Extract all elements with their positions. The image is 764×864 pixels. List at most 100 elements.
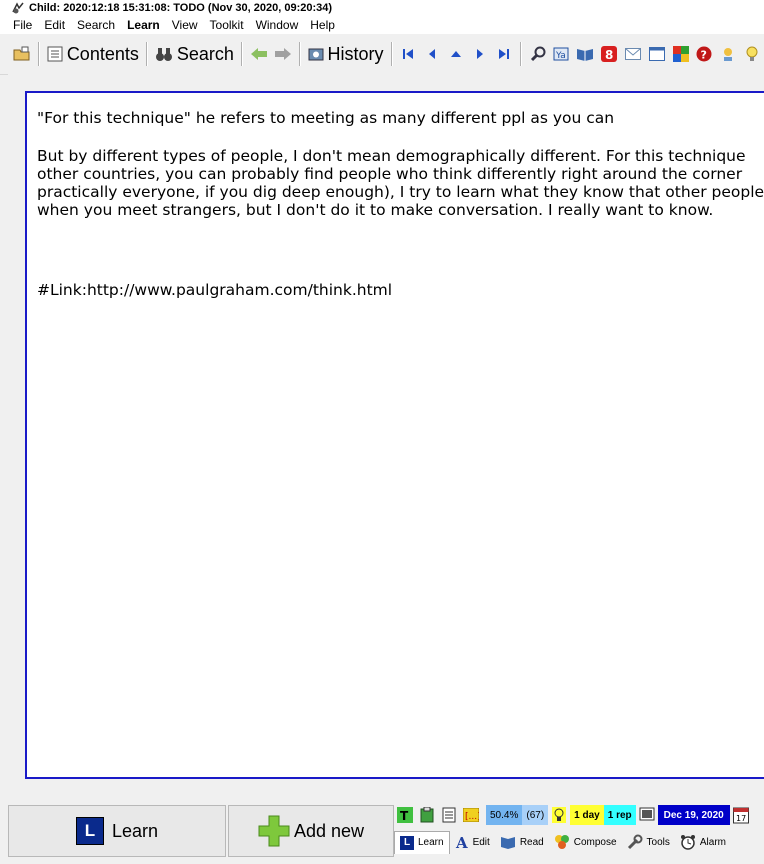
search-button[interactable]: Search (152, 40, 237, 68)
tab-alarm-label: Alarm (699, 836, 727, 848)
svg-text:8: 8 (605, 48, 613, 62)
editor-paragraph-line: other countries, you can probably find p… (37, 165, 743, 183)
content-area: "For this technique" he refers to meetin… (8, 74, 764, 804)
magnifier-icon[interactable] (528, 44, 548, 64)
binoculars-icon (155, 48, 172, 61)
tab-edit-label: Edit (472, 836, 490, 848)
calendar-icon[interactable]: 17 (732, 806, 750, 824)
contents-label: Contents (66, 43, 139, 64)
title-bar: Child: 2020:12:18 15:31:08: TODO (Nov 30… (0, 0, 764, 16)
compose-icon (554, 835, 569, 849)
history-label: History (327, 43, 384, 64)
tab-learn[interactable]: L Learn (394, 830, 450, 854)
contents-icon (47, 46, 63, 62)
history-button[interactable]: History (305, 40, 387, 68)
menu-file[interactable]: File (0, 18, 38, 32)
tab-read[interactable]: Read (495, 831, 549, 853)
menu-window[interactable]: Window (250, 18, 305, 32)
element-count: (67) (522, 805, 549, 825)
toolbar-separator (519, 42, 522, 66)
previous-icon[interactable] (422, 44, 442, 64)
help-icon[interactable]: ? (694, 44, 714, 64)
tab-edit[interactable]: A Edit (450, 831, 495, 853)
svg-text:A: A (455, 835, 468, 849)
history-icon (308, 48, 324, 61)
color-palette-icon[interactable] (671, 44, 691, 64)
bulb-status-icon (550, 806, 568, 824)
learn-button[interactable]: L Learn (8, 805, 226, 857)
first-icon[interactable] (399, 44, 419, 64)
next-review-date: Dec 19, 2020 (657, 805, 730, 825)
open-folder-icon[interactable] (12, 44, 32, 64)
tab-tools-label: Tools (646, 836, 670, 848)
menu-view[interactable]: View (166, 18, 204, 32)
clipboard-icon[interactable] (418, 806, 436, 824)
tab-read-label: Read (519, 836, 544, 848)
tab-tools[interactable]: Tools (622, 831, 675, 853)
interval-badge: 1 day (570, 805, 604, 825)
tab-compose[interactable]: Compose (549, 831, 622, 853)
toolbar-separator (145, 42, 148, 66)
search-label: Search (176, 43, 234, 64)
book-icon[interactable] (575, 44, 595, 64)
tab-compose-label: Compose (573, 836, 617, 848)
mode-tabs: L Learn A Edit Read Compose Tools Alarm (394, 830, 731, 854)
tab-learn-icon: L (400, 835, 414, 850)
svg-text:Ya: Ya (555, 51, 566, 61)
assistant-icon[interactable] (718, 44, 738, 64)
retention-percent: 50.4% (486, 805, 523, 825)
editor-line-1: "For this technique" he refers to meetin… (37, 109, 615, 127)
toolbar-separator (298, 42, 301, 66)
status-row: T [...] 50.4% (67) 1 day 1 rep Dec 19, 2… (394, 804, 752, 826)
editor-link-line: #Link:http://www.paulgraham.com/think.ht… (37, 281, 393, 299)
repetitions-badge: 1 rep (603, 805, 636, 825)
tools-wrench-icon (627, 834, 643, 850)
forward-arrow-icon[interactable] (273, 44, 293, 64)
menu-help[interactable]: Help (304, 18, 341, 32)
cloze-icon[interactable]: [...] (462, 806, 480, 824)
menu-toolkit[interactable]: Toolkit (204, 18, 250, 32)
contents-button[interactable]: Contents (44, 40, 142, 68)
svg-text:[...]: [...] (465, 812, 479, 822)
toolbar-separator (390, 42, 393, 66)
element-editor[interactable]: "For this technique" he refers to meetin… (25, 91, 764, 779)
menu-edit[interactable]: Edit (38, 18, 71, 32)
bulb-icon[interactable] (742, 44, 762, 64)
add-new-label: Add new (293, 820, 365, 841)
menu-bar: File Edit Search Learn View Toolkit Wind… (0, 16, 764, 34)
last-icon[interactable] (494, 44, 514, 64)
learn-icon: L (75, 817, 104, 845)
app-icon (12, 2, 24, 14)
google-icon[interactable]: 8 (599, 44, 619, 64)
tab-alarm[interactable]: Alarm (675, 831, 731, 853)
svg-text:?: ? (701, 49, 707, 62)
alarm-clock-icon (680, 835, 695, 850)
plus-icon (258, 815, 290, 847)
monitor-icon[interactable] (638, 806, 656, 824)
edit-a-icon: A (455, 835, 468, 849)
read-book-icon (500, 837, 515, 849)
svg-text:T: T (400, 809, 409, 823)
mail-icon[interactable] (623, 44, 643, 64)
editor-paragraph-line: practically everyone, if you dig deep en… (37, 183, 764, 201)
editor-paragraph-line: But by different types of people, I don'… (37, 147, 746, 165)
document-icon[interactable] (440, 806, 458, 824)
toolbar-separator (37, 42, 40, 66)
toolbar-separator (240, 42, 243, 66)
tab-learn-label: Learn (418, 837, 444, 848)
menu-search[interactable]: Search (71, 18, 121, 32)
topic-icon[interactable]: T (396, 806, 414, 824)
toolbar: Contents Search History Ya 8 ? (0, 34, 764, 75)
next-icon[interactable] (470, 44, 490, 64)
window-icon[interactable] (647, 44, 667, 64)
back-arrow-icon[interactable] (249, 44, 269, 64)
calendar-day: 17 (736, 814, 746, 823)
bottom-bar: L Learn Add new T [...] 50.4% (67) 1 day… (0, 804, 764, 864)
editor-paragraph-line: when you meet strangers, but I don't do … (37, 201, 714, 219)
add-new-button[interactable]: Add new (228, 805, 394, 857)
menu-learn[interactable]: Learn (121, 18, 166, 32)
window-title: Child: 2020:12:18 15:31:08: TODO (Nov 30… (29, 2, 333, 14)
learn-label: Learn (111, 820, 159, 841)
parent-icon[interactable] (446, 44, 466, 64)
translate-icon[interactable]: Ya (551, 44, 571, 64)
